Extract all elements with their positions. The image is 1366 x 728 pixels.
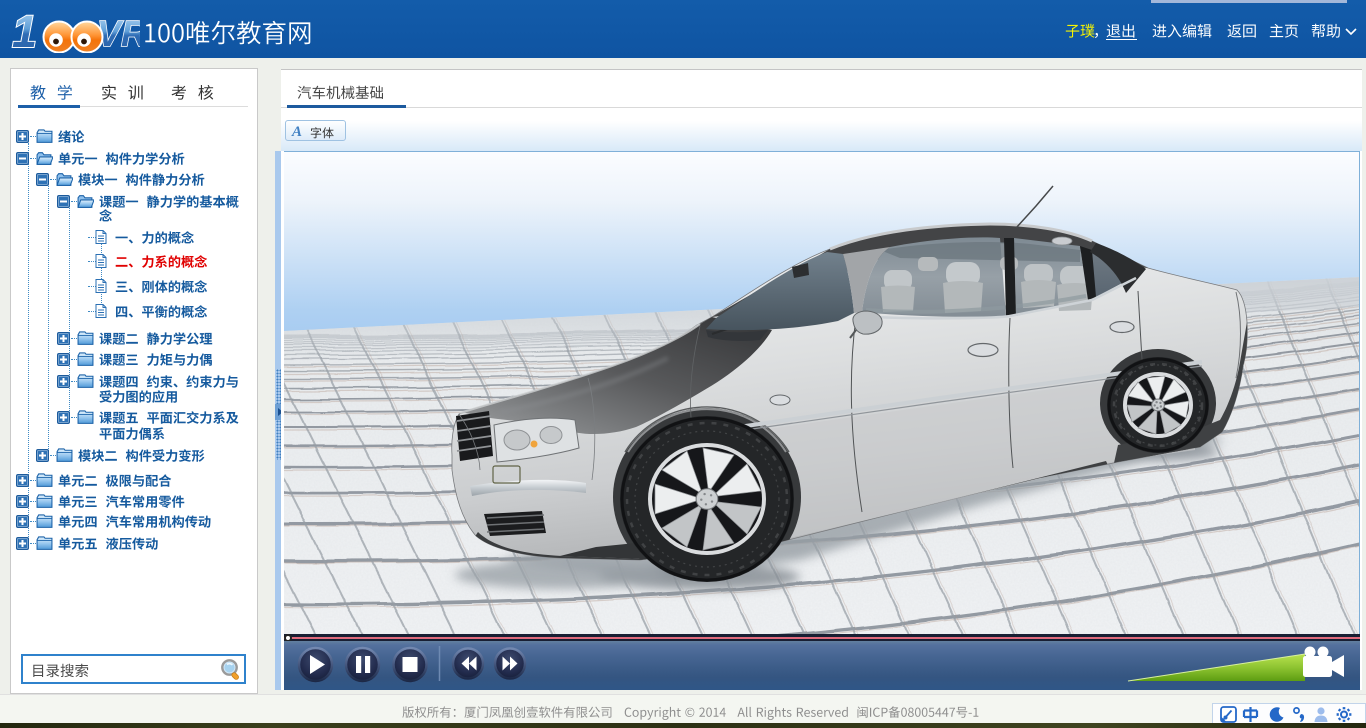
svg-text:1: 1 bbox=[12, 7, 37, 53]
svg-text:VR: VR bbox=[97, 13, 140, 53]
svg-text:A: A bbox=[291, 124, 302, 139]
